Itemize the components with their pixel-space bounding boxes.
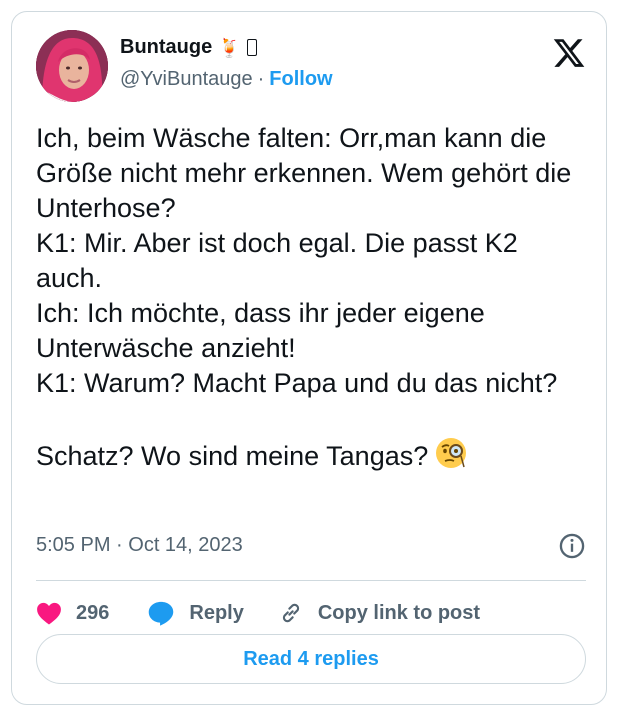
monocle-face-emoji [436,438,467,468]
like-count: 296 [76,601,110,624]
tweet-card: Buntauge 🍹 @YviBuntauge · Follow Ich, be… [11,11,607,705]
timestamp[interactable]: 5:05 PM · Oct 14, 2023 [36,534,243,557]
copy-link-button[interactable]: Copy link to post [278,600,480,626]
tweet-body: Ich, beim Wäsche falten: Orr,man kann di… [36,123,572,471]
reply-label: Reply [189,601,244,624]
action-bar: 296 Reply Copy link to post [36,590,480,636]
info-icon[interactable] [558,532,586,560]
missing-glyph-icon [246,39,257,56]
user-handle[interactable]: @YviBuntauge [120,68,253,91]
link-icon [282,603,299,623]
display-name[interactable]: Buntauge [120,36,212,59]
read-replies-button[interactable]: Read 4 replies [36,634,586,684]
copy-link-label: Copy link to post [317,601,481,624]
handle-row: @YviBuntauge · Follow [120,68,333,91]
tweet-text: Ich, beim Wäsche falten: Orr,man kann di… [36,121,586,474]
avatar[interactable] [36,30,108,102]
read-replies-label: Read 4 replies [243,647,379,670]
follow-button[interactable]: Follow [269,68,332,91]
tweet-header: Buntauge 🍹 @YviBuntauge · Follow [36,30,586,110]
separator-dot: · [257,68,265,90]
name-row: Buntauge 🍹 [120,36,257,59]
reply-button[interactable]: Reply [147,600,244,626]
cocktail-emoji: 🍹 [218,37,241,58]
x-logo-icon[interactable] [552,36,586,70]
divider [36,580,586,581]
reply-bubble-icon [149,601,174,626]
tweet-meta: 5:05 PM · Oct 14, 2023 [36,532,586,562]
heart-icon [37,602,61,625]
like-button[interactable]: 296 [36,601,109,625]
